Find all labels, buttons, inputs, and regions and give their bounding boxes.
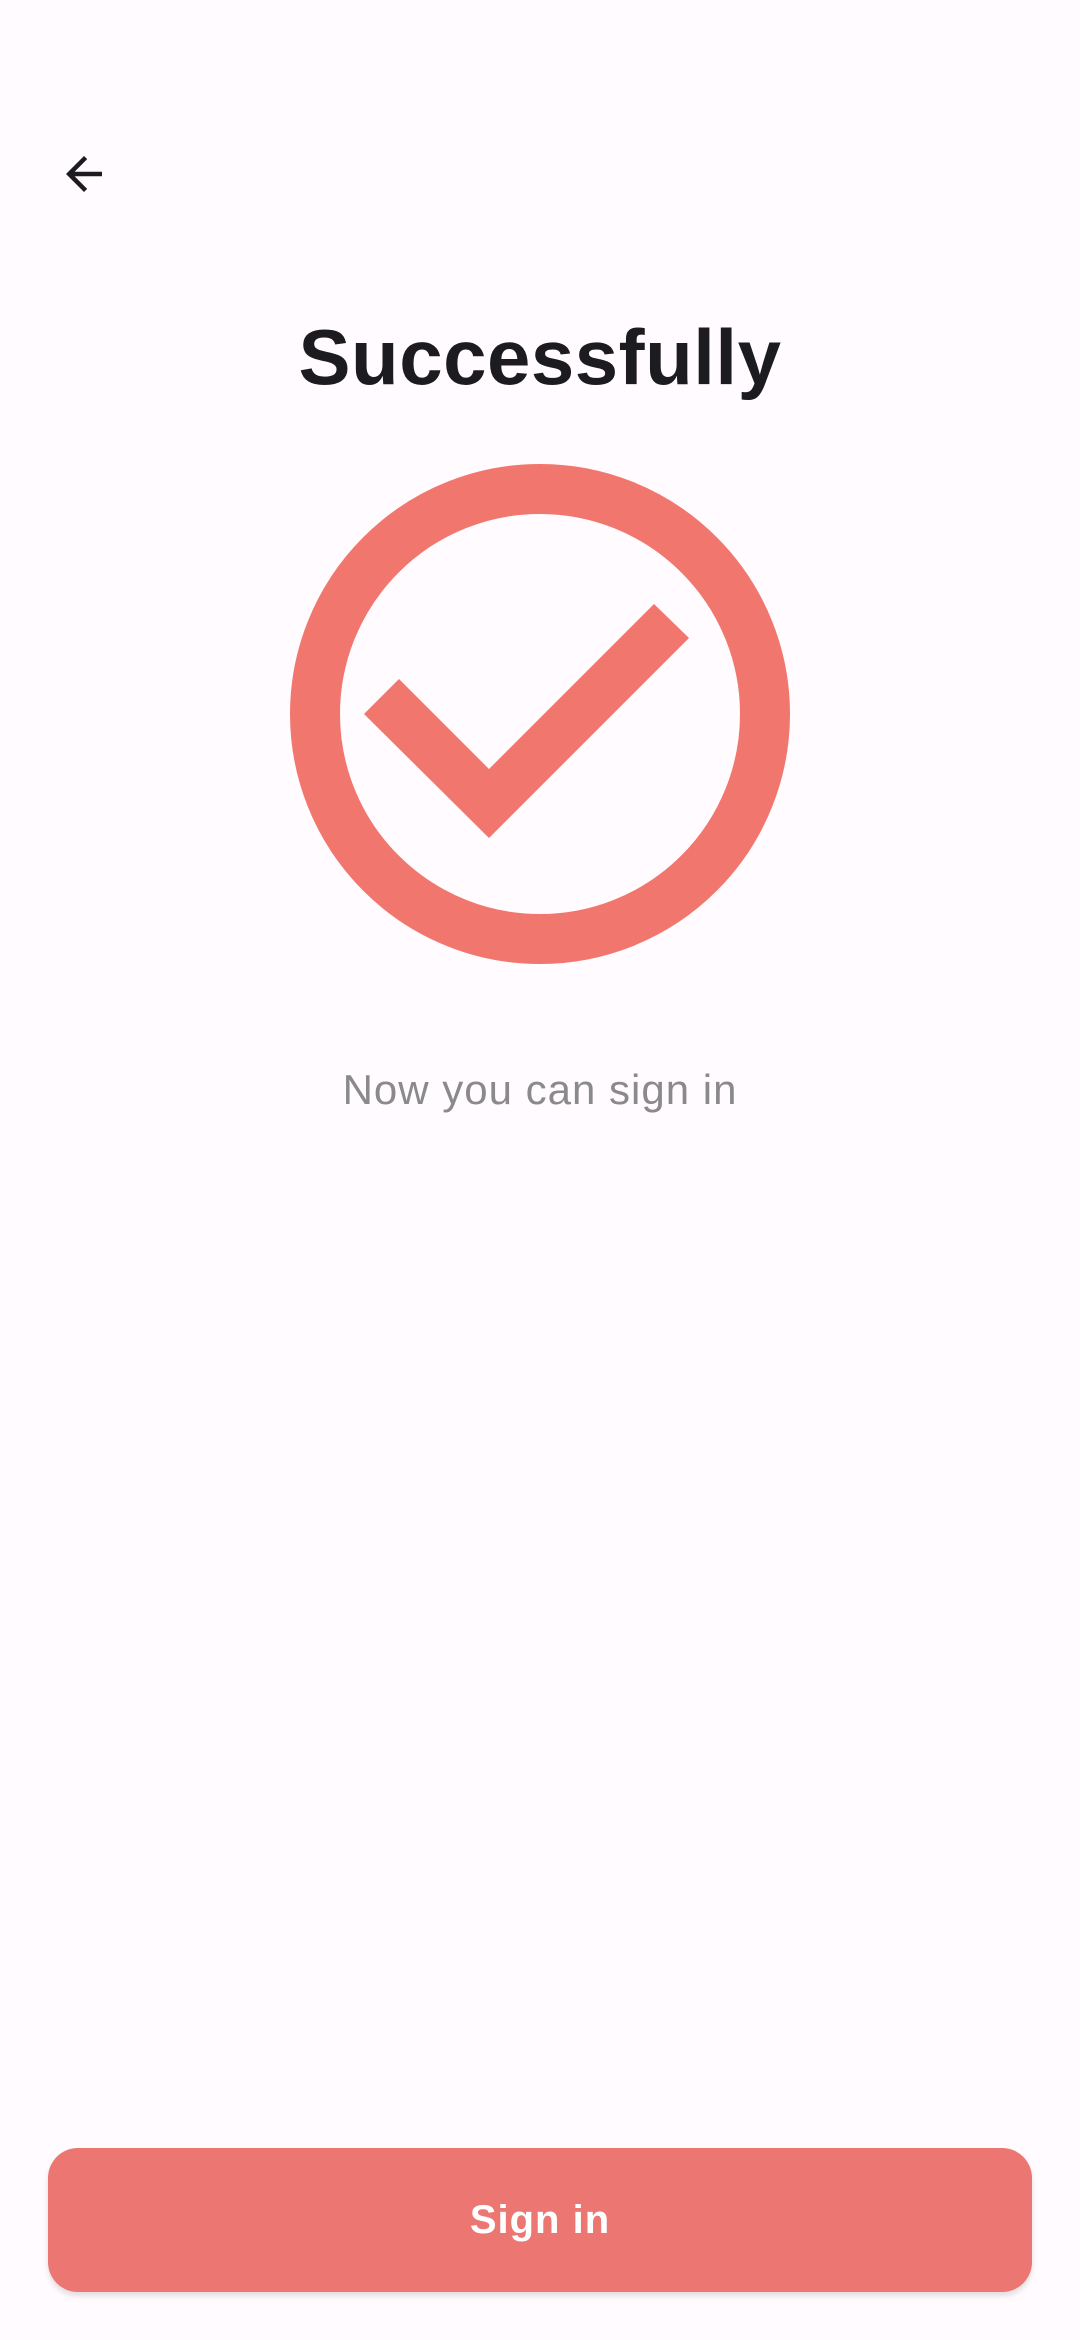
back-button[interactable] — [36, 126, 132, 222]
sign-in-button-label: Sign in — [469, 2197, 611, 2242]
arrow-left-icon — [66, 156, 102, 192]
sign-in-button[interactable]: Sign in — [48, 2148, 1032, 2292]
subtitle-text: Now you can sign in — [342, 1066, 738, 1113]
check-circle-icon — [290, 464, 790, 964]
page-title: Successfully — [298, 313, 782, 401]
